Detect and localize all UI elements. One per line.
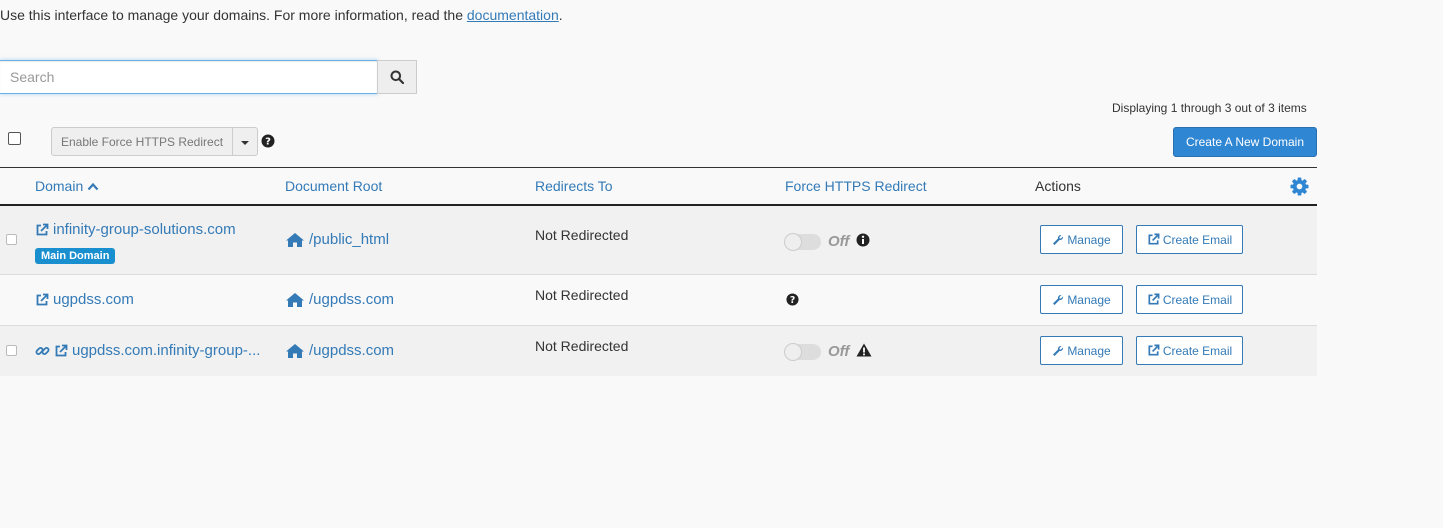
table-row: infinity-group-solutions.com Main Domain… [0, 206, 1317, 275]
manage-label: Manage [1067, 232, 1111, 247]
pagination-info: Displaying 1 through 3 out of 3 items [1112, 101, 1307, 115]
domain-link[interactable]: ugpdss.com.infinity-group-... [35, 342, 260, 359]
caret-down-icon [241, 140, 249, 145]
wrench-icon [1052, 345, 1064, 357]
sort-ascending-icon [87, 182, 99, 191]
document-root-path: /ugpdss.com [309, 291, 395, 308]
bulk-action-button[interactable]: Enable Force HTTPS Redirect [51, 127, 233, 156]
domain-link[interactable]: infinity-group-solutions.com [35, 221, 236, 238]
link-icon [35, 344, 50, 358]
document-root-path: /ugpdss.com [309, 342, 395, 359]
manage-label: Manage [1067, 292, 1111, 307]
home-icon [285, 292, 305, 308]
document-root-path: /public_html [309, 231, 390, 248]
create-domain-button[interactable]: Create A New Domain [1173, 127, 1317, 157]
create-email-label: Create Email [1162, 292, 1233, 307]
question-circle-icon[interactable]: ? [261, 134, 275, 148]
table-row: ugpdss.com /ugpdss.com Not Redirected ? … [0, 275, 1317, 326]
domain-name: ugpdss.com [53, 291, 134, 308]
external-link-icon [35, 293, 49, 307]
wrench-icon [1052, 234, 1064, 246]
https-toggle[interactable] [785, 344, 821, 360]
search-icon [390, 70, 404, 84]
question-circle-icon[interactable]: ? [786, 293, 799, 306]
header-actions: Actions [1035, 178, 1081, 194]
documentation-link[interactable]: documentation [467, 7, 559, 23]
home-icon [285, 232, 305, 248]
redirect-status: Not Redirected [535, 338, 629, 354]
document-root-link[interactable]: /ugpdss.com [285, 342, 394, 359]
row-checkbox[interactable] [6, 345, 17, 356]
external-link-icon [1147, 233, 1160, 246]
manage-button[interactable]: Manage [1040, 336, 1123, 365]
create-email-button[interactable]: Create Email [1136, 225, 1243, 254]
domain-link[interactable]: ugpdss.com [35, 291, 134, 308]
manage-button[interactable]: Manage [1040, 285, 1123, 314]
create-email-label: Create Email [1162, 343, 1233, 358]
table-row: ugpdss.com.infinity-group-... /ugpdss.co… [0, 326, 1317, 376]
header-document-root[interactable]: Document Root [285, 178, 382, 194]
select-all-checkbox[interactable] [8, 132, 21, 145]
svg-text:?: ? [790, 295, 795, 306]
info-circle-icon[interactable] [856, 233, 870, 247]
home-icon [285, 343, 305, 359]
manage-button[interactable]: Manage [1040, 225, 1123, 254]
https-toggle[interactable] [785, 234, 821, 250]
manage-label: Manage [1067, 343, 1111, 358]
row-checkbox[interactable] [6, 234, 17, 245]
create-email-button[interactable]: Create Email [1136, 336, 1243, 365]
create-email-button[interactable]: Create Email [1136, 285, 1243, 314]
table-top-border [0, 167, 1317, 168]
https-state-label: Off [828, 233, 850, 250]
external-link-icon [1147, 344, 1160, 357]
intro-sentence: Use this interface to manage your domain… [0, 7, 467, 23]
create-email-label: Create Email [1162, 232, 1233, 247]
domain-name: ugpdss.com.infinity-group-... [72, 342, 261, 359]
document-root-link[interactable]: /public_html [285, 231, 389, 248]
redirect-status: Not Redirected [535, 227, 629, 243]
gear-icon[interactable] [1290, 177, 1309, 196]
domain-name: infinity-group-solutions.com [53, 221, 236, 238]
search-input[interactable] [0, 60, 378, 94]
intro-end: . [558, 7, 563, 23]
document-root-link[interactable]: /ugpdss.com [285, 291, 394, 308]
main-domain-badge: Main Domain [35, 248, 116, 264]
header-redirects-to[interactable]: Redirects To [535, 178, 613, 194]
intro-text: Use this interface to manage your domain… [0, 7, 563, 23]
warning-triangle-icon[interactable] [856, 343, 872, 357]
search-button[interactable] [377, 60, 417, 94]
bulk-action-dropdown[interactable] [232, 127, 258, 156]
external-link-icon [54, 344, 68, 358]
redirect-status: Not Redirected [535, 287, 629, 303]
header-force-https[interactable]: Force HTTPS Redirect [785, 178, 927, 194]
svg-text:?: ? [265, 137, 271, 148]
wrench-icon [1052, 294, 1064, 306]
header-domain-label: Domain [35, 178, 84, 194]
search-bar [0, 60, 417, 94]
external-link-icon [1147, 293, 1160, 306]
https-state-label: Off [828, 343, 850, 360]
external-link-icon [35, 223, 49, 237]
header-domain[interactable]: Domain [35, 178, 99, 194]
